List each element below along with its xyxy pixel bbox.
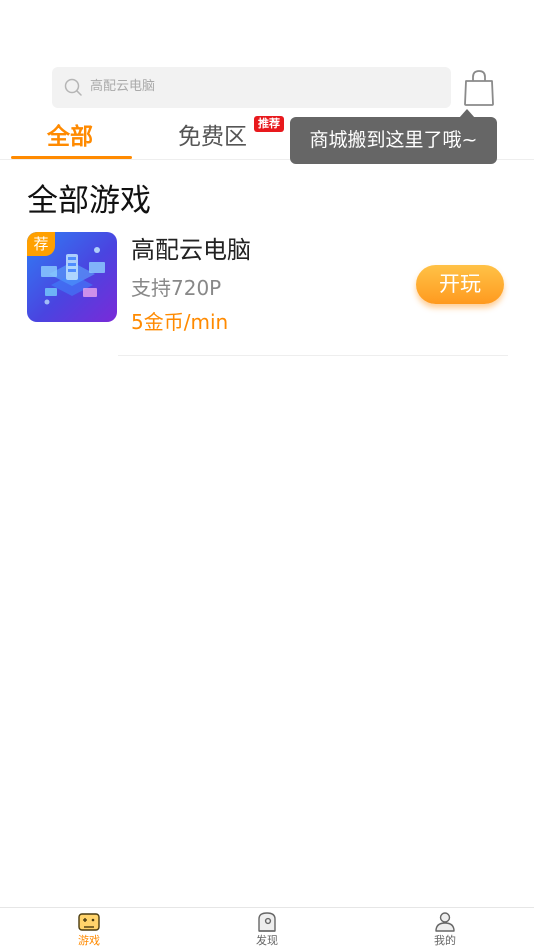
nav-label-profile: 我的 bbox=[434, 934, 456, 947]
tab-all[interactable]: 全部 bbox=[47, 122, 93, 152]
play-button[interactable]: 开玩 bbox=[416, 265, 504, 304]
search-bar[interactable]: 高配云电脑 bbox=[52, 67, 451, 108]
game-resolution: 支持720P bbox=[131, 276, 222, 300]
discover-icon bbox=[258, 912, 276, 932]
game-icon[interactable]: 荐 bbox=[27, 232, 117, 322]
game-name[interactable]: 高配云电脑 bbox=[131, 234, 251, 266]
mall-moved-tooltip[interactable]: 商城搬到这里了哦~ bbox=[290, 117, 497, 164]
section-title: 全部游戏 bbox=[27, 183, 151, 219]
nav-label-discover: 发现 bbox=[256, 934, 278, 947]
list-divider bbox=[118, 355, 508, 356]
shopping-bag-icon[interactable] bbox=[462, 69, 496, 107]
nav-label-games: 游戏 bbox=[78, 934, 100, 947]
search-icon bbox=[64, 78, 82, 96]
nav-item-profile[interactable]: 我的 bbox=[405, 910, 485, 948]
recommend-badge: 推荐 bbox=[254, 116, 284, 132]
tab-free-zone[interactable]: 免费区 bbox=[178, 122, 247, 152]
bottom-nav-divider bbox=[0, 907, 534, 908]
recommended-badge: 荐 bbox=[27, 232, 55, 256]
nav-item-discover[interactable]: 发现 bbox=[227, 910, 307, 948]
nav-item-games[interactable]: 游戏 bbox=[49, 910, 129, 948]
profile-icon bbox=[435, 912, 455, 932]
gamepad-icon bbox=[78, 913, 100, 931]
game-price: 5金币/min bbox=[131, 310, 229, 334]
search-placeholder: 高配云电脑 bbox=[90, 79, 156, 94]
